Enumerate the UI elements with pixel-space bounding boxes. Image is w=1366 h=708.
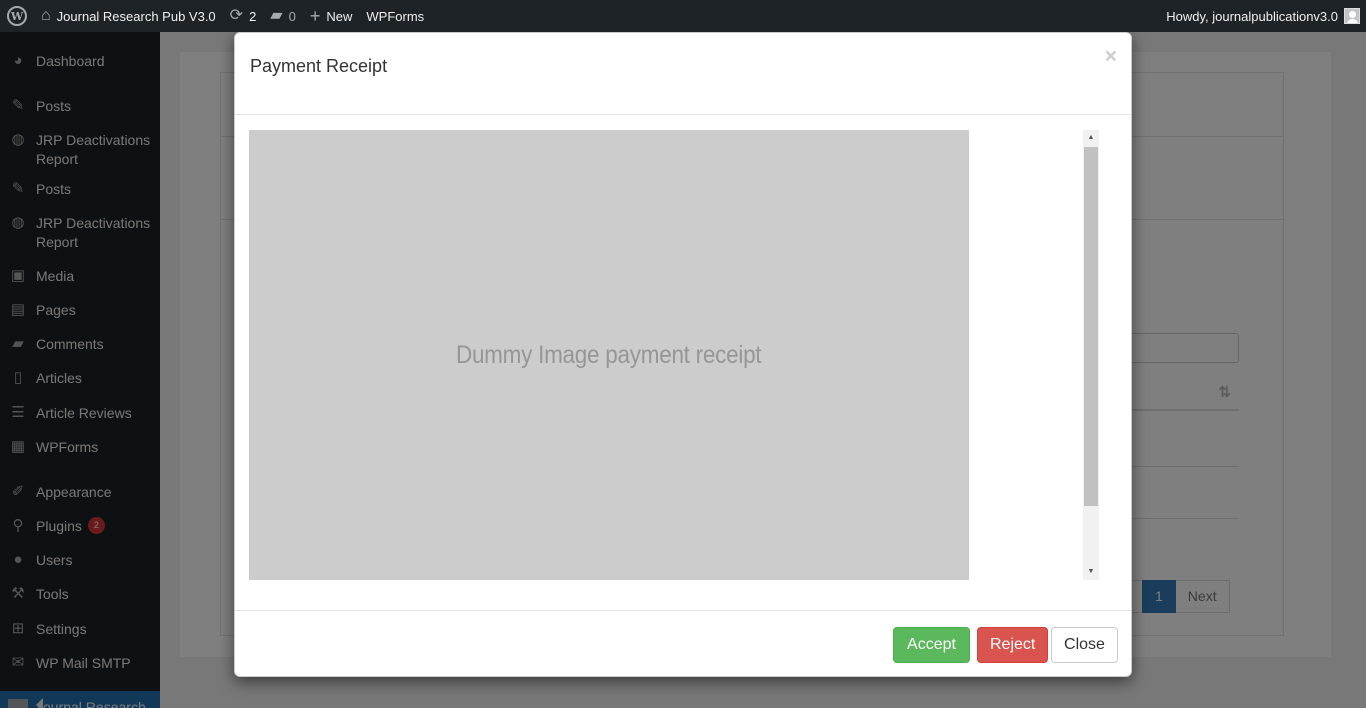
wordpress-logo-link[interactable]: W: [0, 0, 34, 32]
new-content-link[interactable]: + New: [303, 0, 360, 32]
avatar: [1344, 8, 1360, 24]
comments-count: 0: [288, 8, 296, 24]
admin-bar: W ⌂ Journal Research Pub V3.0 ⟳ 2 ▰ 0 + …: [0, 0, 1366, 32]
site-name: Journal Research Pub V3.0: [56, 8, 216, 24]
receipt-frame[interactable]: Dummy Image payment receipt ▲ ▼: [249, 130, 1100, 580]
accept-button[interactable]: Accept: [893, 627, 970, 663]
modal-body: Dummy Image payment receipt ▲ ▼: [235, 115, 1131, 610]
updates-link[interactable]: ⟳ 2: [223, 0, 264, 32]
updates-icon: ⟳: [229, 7, 244, 24]
receipt-image-text: Dummy Image payment receipt: [456, 340, 762, 369]
site-name-link[interactable]: ⌂ Journal Research Pub V3.0: [34, 0, 223, 32]
wpforms-label: WPForms: [366, 8, 425, 24]
comments-link[interactable]: ▰ 0: [263, 0, 303, 32]
my-account-link[interactable]: Howdy, journalpublicationv3.0: [1166, 8, 1366, 24]
close-button[interactable]: Close: [1051, 627, 1118, 663]
greeting-text: Howdy, journalpublicationv3.0: [1166, 8, 1338, 24]
frame-scrollbar[interactable]: ▲ ▼: [1083, 130, 1099, 580]
comment-icon: ▰: [270, 7, 283, 24]
reject-button[interactable]: Reject: [977, 627, 1048, 663]
new-label: New: [326, 8, 353, 24]
home-icon: ⌂: [41, 7, 51, 24]
scroll-up-arrow-icon[interactable]: ▲: [1083, 130, 1099, 146]
payment-receipt-modal: Payment Receipt × Dummy Image payment re…: [234, 32, 1132, 677]
modal-footer: Accept Reject Close: [235, 610, 1131, 677]
receipt-image: Dummy Image payment receipt: [249, 130, 969, 580]
modal-header: Payment Receipt ×: [235, 33, 1131, 115]
close-icon[interactable]: ×: [1105, 45, 1117, 69]
wpforms-link[interactable]: WPForms: [359, 0, 431, 32]
scrollbar-thumb[interactable]: [1084, 147, 1098, 506]
updates-count: 2: [249, 8, 257, 24]
modal-title: Payment Receipt: [250, 56, 388, 76]
scroll-down-arrow-icon[interactable]: ▼: [1083, 564, 1099, 580]
plus-icon: +: [309, 6, 321, 26]
wordpress-logo-icon: W: [7, 6, 27, 26]
